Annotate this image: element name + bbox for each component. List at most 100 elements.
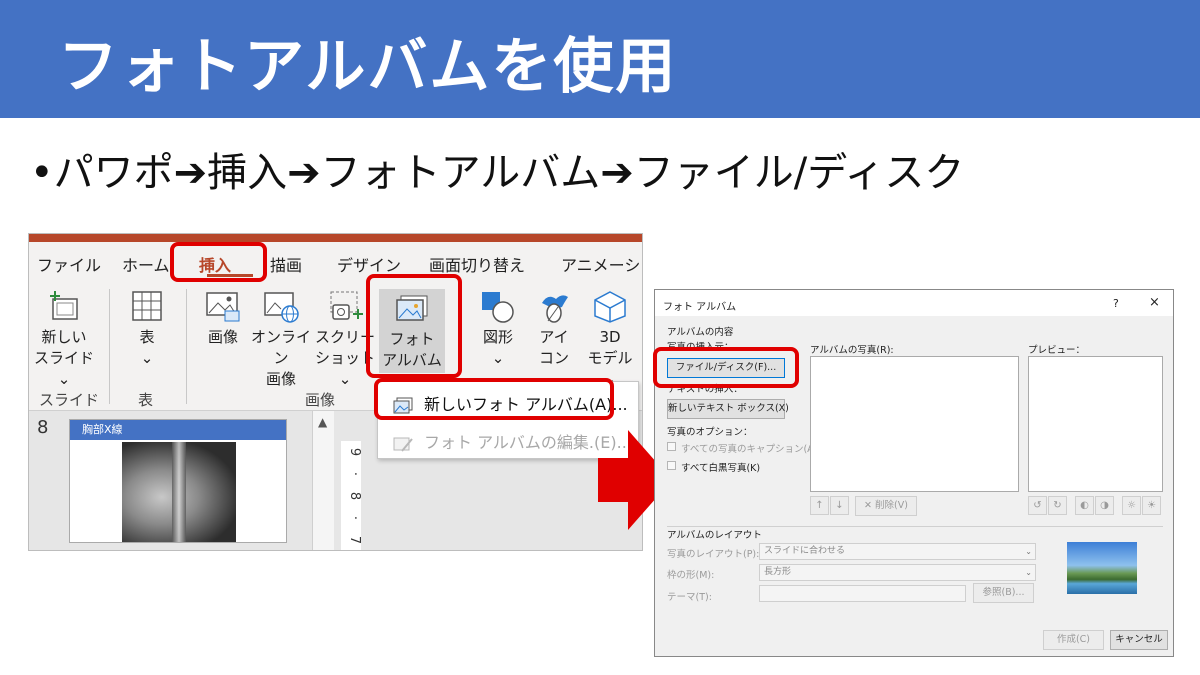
theme-input[interactable] (759, 585, 966, 602)
rotate-left-icon[interactable]: ↺ (1028, 496, 1047, 515)
thumbnail-scrollbar[interactable]: ▲ (312, 411, 334, 550)
highlight-insert-tab (170, 242, 267, 282)
tab-design[interactable]: デザイン (337, 252, 401, 276)
icons-icon (542, 295, 568, 323)
picture-icon (206, 292, 240, 322)
photo-layout-select[interactable]: スライドに合わせる ⌄ (759, 543, 1036, 560)
dialog-titlebar: フォト アルバム ? × (655, 290, 1173, 316)
preview-label: プレビュー： (1028, 345, 1086, 356)
tab-transitions[interactable]: 画面切り替え (429, 252, 525, 276)
online-image-button[interactable]: オンライン 画像 (251, 289, 311, 390)
photo-layout-label: 写真のレイアウト(P): (667, 549, 760, 560)
new-slide-button[interactable]: 新しい スライド ⌄ (33, 289, 95, 390)
menu-item-edit-photo-album: フォト アルバムの編集.(E)... (392, 429, 632, 453)
all-bw-label: すべて白黒写真(K) (681, 463, 761, 474)
frame-shape-label: 枠の形(M): (667, 570, 715, 581)
ribbon-accent-strip (29, 234, 642, 242)
chevron-down-icon: ⌄ (1025, 568, 1032, 577)
edit-album-icon (393, 437, 413, 452)
shapes-button[interactable]: 図形 ⌄ (474, 289, 522, 369)
slide-thumbnail[interactable]: 胸部X線 (69, 419, 287, 543)
shapes-icon (482, 292, 514, 323)
title-bar: フォトアルバムを使用 (0, 0, 1200, 118)
3d-models-button[interactable]: 3D モデル ⌄ (582, 289, 638, 390)
new-slide-icon (50, 291, 78, 320)
black-white-checkbox[interactable] (667, 461, 676, 470)
album-layout-heading: アルバムのレイアウト (667, 530, 762, 541)
ruler-mark: 8 (347, 491, 362, 501)
screenshot-icon (330, 291, 363, 320)
arrow-down-icon[interactable]: ↓ (830, 496, 849, 515)
delete-button[interactable]: ✕ 削除(V) (855, 496, 917, 516)
caption-checkbox[interactable] (667, 442, 676, 451)
group-label-table: 表 (138, 391, 154, 409)
xray-image (122, 442, 236, 542)
thumbnail-title: 胸部X線 (70, 420, 286, 440)
contrast-down-icon[interactable]: ◑ (1095, 496, 1115, 515)
frame-shape-value: 長方形 (764, 567, 792, 577)
group-label-images: 画像 (305, 391, 336, 409)
image-button[interactable]: 画像 (199, 289, 247, 348)
brightness-up-icon[interactable]: ☼ (1122, 496, 1142, 515)
bullet-text: •パワポ➔挿入➔フォトアルバム➔ファイル/ディスク (30, 150, 965, 196)
arrow-up-icon[interactable]: ↑ (810, 496, 829, 515)
tab-file[interactable]: ファイル (37, 252, 101, 276)
group-label-slides: スライド (39, 391, 100, 409)
browse-button[interactable]: 参照(B)... (973, 583, 1034, 603)
photo-layout-value: スライドに合わせる (764, 546, 846, 556)
ruler-mark: 9 (347, 447, 362, 457)
new-slide-label-1: 新しい (41, 328, 87, 346)
tab-home[interactable]: ホーム (122, 252, 170, 276)
create-button[interactable]: 作成(C) (1043, 630, 1104, 650)
icons-label-2: コン (538, 349, 569, 367)
chevron-down-icon: ⌄ (1025, 547, 1032, 556)
caption-all-label: すべての写真のキャプション(A) (681, 444, 818, 455)
highlight-new-album-item (374, 378, 614, 420)
online-picture-icon (264, 292, 299, 323)
rotate-right-icon[interactable]: ↻ (1048, 496, 1067, 515)
photo-album-dialog: フォト アルバム ? × アルバムの内容 写真の挿入元： ファイル/ディスク(F… (654, 289, 1174, 657)
table-button[interactable]: 表 ⌄ (121, 289, 173, 369)
album-content-heading: アルバムの内容 (667, 327, 734, 338)
tab-draw[interactable]: 描画 (270, 252, 302, 276)
group-separator (109, 289, 110, 404)
brightness-down-icon[interactable]: ☀ (1142, 496, 1162, 515)
album-photos-list[interactable] (810, 356, 1019, 492)
3d-models-label-1: 3D (599, 328, 621, 346)
slide-number: 8 (37, 417, 49, 438)
contrast-up-icon[interactable]: ◐ (1075, 496, 1095, 515)
preview-box (1028, 356, 1163, 492)
slide-title: フォトアルバムを使用 (58, 32, 678, 102)
close-icon[interactable]: × (1149, 295, 1160, 310)
slide: フォトアルバムを使用 •パワポ➔挿入➔フォトアルバム➔ファイル/ディスク ファイ… (0, 0, 1200, 675)
icons-button[interactable]: アイ コン (529, 289, 579, 369)
shapes-caret: ⌄ (491, 349, 505, 367)
table-icon (132, 291, 162, 321)
table-caret: ⌄ (140, 349, 154, 367)
shapes-label: 図形 (482, 328, 513, 346)
highlight-photo-album-button (366, 274, 462, 378)
table-label: 表 (139, 328, 155, 346)
delete-label: 削除(V) (875, 500, 908, 511)
layout-preview-image (1067, 542, 1137, 594)
new-textbox-button[interactable]: 新しいテキスト ボックス(X) (667, 399, 789, 419)
scroll-up-icon[interactable]: ▲ (318, 415, 327, 429)
new-slide-label-2: スライド ⌄ (33, 349, 94, 388)
group-separator (186, 289, 187, 404)
highlight-file-disk-button (653, 347, 799, 388)
ribbon-screenshot: ファイル ホーム 挿入 描画 デザイン 画面切り替え アニメーション 新しい ス… (28, 233, 643, 551)
help-icon[interactable]: ? (1113, 297, 1119, 310)
theme-label: テーマ(T): (667, 592, 712, 603)
image-adjust-controls: ↺ ↻ ◐ ◑ ☼ ☀ (1028, 496, 1162, 516)
cancel-button[interactable]: キャンセル (1110, 630, 1168, 650)
photo-order-controls: ↑ ↓ (810, 496, 850, 516)
icons-label-1: アイ (539, 328, 569, 346)
vertical-ruler: 9 · 8 · 7 (341, 441, 362, 550)
tab-animations[interactable]: アニメーション (561, 252, 642, 276)
photo-options-label: 写真のオプション： (667, 427, 753, 438)
album-photos-label: アルバムの写真(R): (810, 345, 894, 356)
ruler-mark: 7 (347, 535, 362, 545)
online-image-label-1: オンライン (251, 328, 312, 367)
online-image-label-2: 画像 (265, 370, 296, 388)
frame-shape-select[interactable]: 長方形 ⌄ (759, 564, 1036, 581)
